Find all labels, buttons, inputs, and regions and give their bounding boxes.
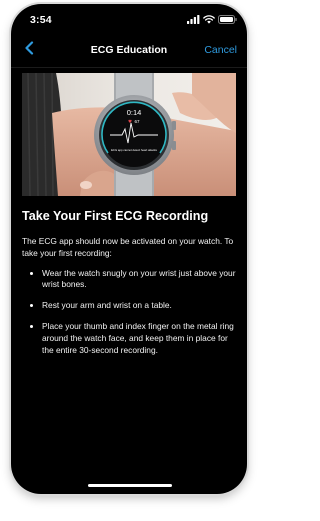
phone-screen: 3:54 ECG Education Cancel 0:14 67 ♥ ECG … bbox=[11, 4, 247, 494]
list-item: Rest your arm and wrist on a table. bbox=[22, 300, 236, 312]
home-indicator[interactable] bbox=[88, 484, 172, 487]
watch-heart-rate-text: 67 bbox=[134, 119, 140, 124]
status-icons bbox=[187, 14, 237, 25]
cancel-button[interactable]: Cancel bbox=[204, 44, 237, 56]
status-time: 3:54 bbox=[30, 14, 52, 26]
bullet-icon bbox=[30, 304, 33, 308]
intro-text: The ECG app should now be activated on y… bbox=[22, 236, 234, 258]
education-content: Take Your First ECG Recording The ECG ap… bbox=[22, 209, 236, 365]
bullet-icon bbox=[30, 271, 33, 275]
step-text: Place your thumb and index finger on the… bbox=[42, 320, 234, 355]
signal-icon bbox=[187, 11, 200, 29]
list-item: Wear the watch snugly on your wrist just… bbox=[22, 268, 236, 292]
list-item: Place your thumb and index finger on the… bbox=[22, 321, 236, 356]
watch-time-text: 0:14 bbox=[127, 108, 142, 117]
step-text: Wear the watch snugly on your wrist just… bbox=[42, 267, 236, 290]
bullet-icon bbox=[30, 324, 33, 328]
wifi-icon bbox=[203, 11, 215, 29]
status-bar: 3:54 bbox=[11, 4, 247, 34]
watch-hero-image: 0:14 67 ♥ ECG app cannot detect heart at… bbox=[22, 73, 236, 196]
step-text: Rest your arm and wrist on a table. bbox=[42, 300, 172, 311]
steps-list: Wear the watch snugly on your wrist just… bbox=[22, 268, 236, 357]
battery-icon bbox=[218, 11, 237, 29]
watch-message-text: ECG app cannot detect heart attacks bbox=[111, 148, 157, 152]
section-heading: Take Your First ECG Recording bbox=[22, 209, 209, 223]
heart-icon: ♥ bbox=[128, 119, 132, 125]
navigation-bar: ECG Education Cancel bbox=[11, 34, 247, 68]
